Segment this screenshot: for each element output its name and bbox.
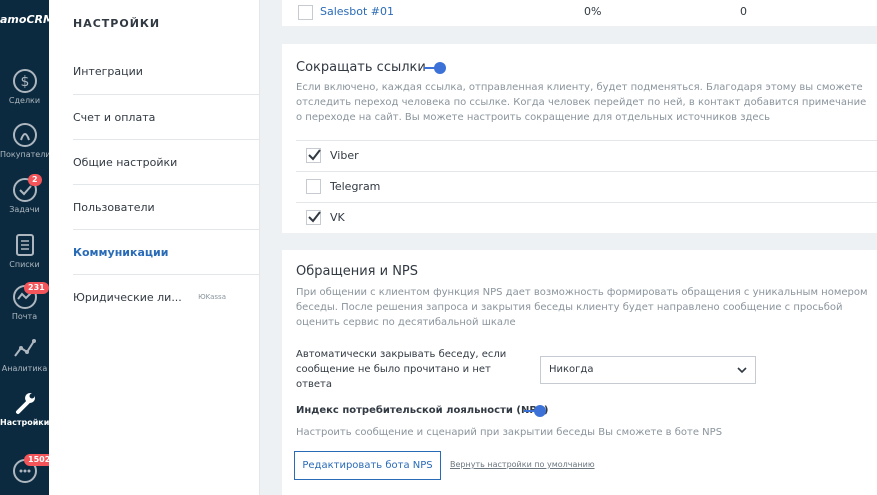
- shorten-links-title: Сокращать ссылки: [296, 60, 426, 75]
- mail-badge: 231: [24, 282, 49, 294]
- edit-nps-bot-button[interactable]: Редактировать бота NPS: [294, 451, 441, 480]
- settings-content: Salesbot #01 0% 0 Сокращать ссылки Если …: [282, 0, 877, 495]
- vk-checkbox[interactable]: [306, 210, 321, 225]
- settings-menu: НАСТРОЙКИ Интеграции Счет и оплата Общие…: [49, 0, 260, 495]
- chevron-down-icon: [737, 367, 747, 374]
- nps-section: Обращения и NPS При общении с клиентом ф…: [282, 250, 877, 495]
- nav-mail-label: Почта: [11, 312, 38, 321]
- table-cell-percent: 0%: [584, 5, 602, 18]
- vk-label: VK: [330, 211, 345, 224]
- svg-text:$: $: [20, 74, 29, 90]
- nav-lists[interactable]: Списки: [0, 226, 49, 280]
- amocrm-logo[interactable]: amoCRM.: [0, 0, 58, 40]
- menu-item-integrations[interactable]: Интеграции: [73, 49, 259, 94]
- nps-description: При общении с клиентом функция NPS дает …: [296, 287, 868, 328]
- shorten-links-toggle[interactable]: [424, 62, 448, 74]
- menu-item-users[interactable]: Пользователи: [73, 184, 259, 229]
- nav-tasks[interactable]: Задачи 2: [0, 171, 49, 225]
- table-cell-count: 0: [740, 5, 747, 18]
- nav-settings[interactable]: Настройки: [0, 384, 49, 438]
- source-option-telegram[interactable]: Telegram: [296, 171, 877, 201]
- salesbot-table: Salesbot #01 0% 0: [282, 0, 877, 26]
- nav-deals-label: Сделки: [8, 96, 41, 105]
- menu-item-legal-entities[interactable]: Юридические ли... ЮKassa: [73, 274, 259, 319]
- nav-tasks-label: Задачи: [9, 205, 40, 214]
- source-option-viber[interactable]: Viber: [296, 140, 877, 170]
- nav-customers[interactable]: Покупатели: [0, 116, 51, 170]
- customers-icon: [12, 123, 37, 147]
- nps-index-toggle[interactable]: [524, 405, 548, 417]
- source-option-vk[interactable]: VK: [296, 202, 877, 232]
- nav-deals[interactable]: $ Сделки: [0, 62, 49, 116]
- yukassa-tag: ЮKassa: [198, 293, 226, 301]
- viber-checkbox[interactable]: [306, 148, 321, 163]
- table-row: Salesbot #01 0% 0: [282, 0, 877, 26]
- nav-customers-label: Покупатели: [0, 150, 51, 159]
- telegram-label: Telegram: [330, 180, 381, 193]
- analytics-icon: [13, 339, 36, 357]
- checkmark-icon: [308, 211, 321, 223]
- menu-item-communications[interactable]: Коммуникации: [73, 229, 259, 274]
- menu-item-legal-entities-label: Юридические ли...: [73, 291, 182, 304]
- settings-title: НАСТРОЙКИ: [73, 17, 161, 30]
- nav-analytics[interactable]: Аналитика: [0, 330, 49, 384]
- autoclose-select[interactable]: Никогда: [540, 356, 756, 384]
- nav-mail[interactable]: Почта 231: [0, 278, 49, 332]
- menu-item-billing[interactable]: Счет и оплата: [73, 94, 259, 139]
- reset-defaults-link[interactable]: Вернуть настройки по умолчанию: [450, 460, 595, 469]
- nav-lists-label: Списки: [9, 260, 40, 269]
- viber-label: Viber: [330, 149, 359, 162]
- autoclose-selected-value: Никогда: [549, 364, 594, 375]
- salesbot-link[interactable]: Salesbot #01: [320, 5, 394, 18]
- wrench-icon: [15, 393, 35, 414]
- checkmark-icon: [308, 149, 321, 161]
- lists-icon: [15, 234, 34, 256]
- menu-item-general-settings[interactable]: Общие настройки: [73, 139, 259, 184]
- left-navigation: amoCRM. $ Сделки Покупатели Задачи 2 Спи…: [0, 0, 58, 495]
- telegram-checkbox[interactable]: [306, 179, 321, 194]
- shorten-links-section: Сокращать ссылки Если включено, каждая с…: [282, 44, 877, 233]
- nps-index-title: Индекс потребительской лояльности (NPS): [296, 405, 549, 416]
- nav-chat[interactable]: 1502: [0, 452, 55, 495]
- shorten-links-description: Если включено, каждая ссылка, отправленн…: [296, 82, 867, 123]
- dollar-icon: $: [12, 69, 37, 93]
- row-checkbox[interactable]: [298, 5, 313, 20]
- tasks-badge: 2: [28, 174, 42, 186]
- autoclose-label: Автоматически закрывать беседу, если соо…: [296, 349, 507, 390]
- nps-index-description: Настроить сообщение и сценарий при закры…: [296, 427, 723, 438]
- nps-title: Обращения и NPS: [296, 264, 419, 279]
- nav-analytics-label: Аналитика: [1, 364, 48, 373]
- nav-settings-label: Настройки: [0, 418, 50, 427]
